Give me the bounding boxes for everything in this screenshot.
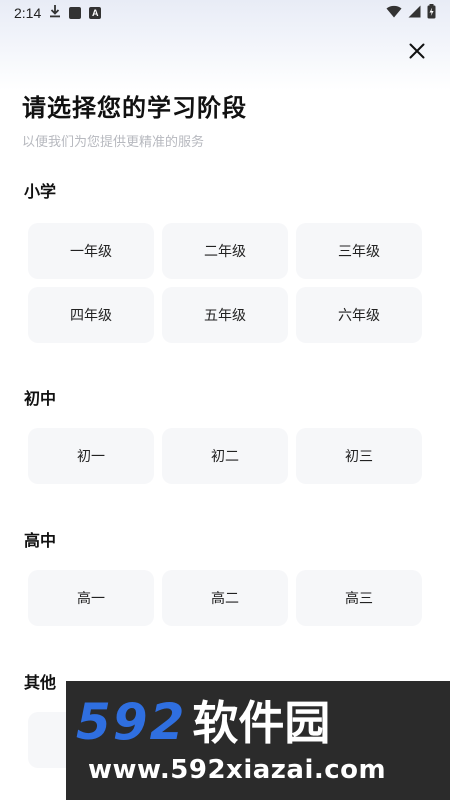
signal-icon	[408, 5, 421, 22]
close-button[interactable]	[402, 36, 432, 66]
grade-chip-grade6[interactable]: 六年级	[296, 287, 422, 343]
grade-chip-senior2[interactable]: 高二	[162, 570, 288, 626]
grade-grid-primary: 一年级 二年级 三年级 四年级 五年级 六年级	[28, 223, 422, 343]
section-title-junior-high: 初中	[24, 389, 57, 408]
grade-chip-junior3[interactable]: 初三	[296, 428, 422, 484]
grade-grid-junior-high: 初一 初二 初三	[28, 428, 422, 484]
grade-chip-grade1[interactable]: 一年级	[28, 223, 154, 279]
grade-chip-senior3[interactable]: 高三	[296, 570, 422, 626]
grade-chip-grade3[interactable]: 三年级	[296, 223, 422, 279]
grade-chip-junior1[interactable]: 初一	[28, 428, 154, 484]
section-title-primary: 小学	[24, 182, 57, 201]
page-subtitle: 以便我们为您提供更精准的服务	[22, 135, 205, 150]
grade-chip-grade4[interactable]: 四年级	[28, 287, 154, 343]
watermark-brand-name: 软件园	[192, 696, 331, 750]
section-title-senior-high: 高中	[24, 531, 57, 550]
close-icon	[409, 43, 425, 59]
grade-chip-grade2[interactable]: 二年级	[162, 223, 288, 279]
a-notification-icon: A	[89, 7, 102, 19]
watermark-brand-number: 592	[76, 693, 187, 751]
grade-chip-senior1[interactable]: 高一	[28, 570, 154, 626]
grade-chip-grade5[interactable]: 五年级	[162, 287, 288, 343]
status-time: 2:14	[14, 5, 42, 21]
battery-charging-icon	[427, 3, 436, 23]
page-title: 请选择您的学习阶段	[22, 94, 247, 122]
grade-grid-senior-high: 高一 高二 高三	[28, 570, 422, 626]
wifi-icon	[386, 5, 402, 22]
section-title-other: 其他	[24, 673, 57, 692]
watermark-logo: 592 软件园 www.592xiazai.com	[66, 681, 450, 800]
watermark-url: www.592xiazai.com	[88, 755, 387, 785]
grade-chip-junior2[interactable]: 初二	[162, 428, 288, 484]
status-bar: 2:14 A	[0, 0, 450, 26]
download-icon	[49, 4, 61, 22]
app-notification-icon	[69, 7, 82, 19]
